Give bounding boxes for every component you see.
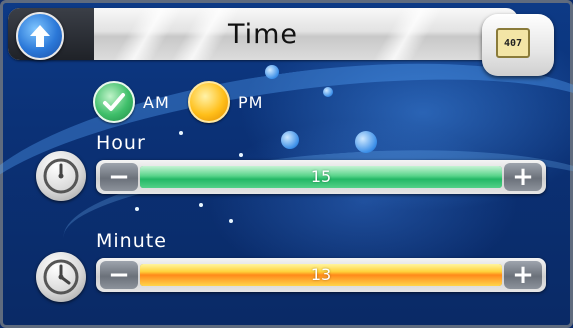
minute-clock-icon bbox=[36, 252, 86, 302]
am-label: AM bbox=[143, 92, 170, 112]
back-button[interactable] bbox=[16, 12, 64, 60]
remote-button[interactable]: 407 bbox=[482, 14, 554, 76]
background-dot bbox=[239, 153, 243, 157]
minute-label: Minute bbox=[96, 230, 167, 252]
am-option[interactable]: AM bbox=[93, 81, 170, 123]
hour-slider: − 15 + bbox=[96, 160, 546, 194]
background-dot bbox=[199, 203, 203, 207]
up-arrow-icon bbox=[30, 25, 50, 47]
minute-slider: − 13 + bbox=[96, 258, 546, 292]
hour-clock-icon bbox=[36, 151, 86, 201]
minute-increment-button[interactable]: + bbox=[504, 261, 542, 289]
pm-option[interactable]: PM bbox=[188, 81, 263, 123]
check-icon bbox=[103, 93, 125, 111]
background-bubble bbox=[355, 131, 377, 153]
clock-icon bbox=[43, 158, 79, 194]
hour-track[interactable]: 15 bbox=[140, 166, 502, 188]
title-bar: Time bbox=[8, 8, 518, 60]
background-bubble bbox=[323, 87, 333, 97]
background-dot bbox=[229, 219, 233, 223]
am-radio[interactable] bbox=[93, 81, 135, 123]
background-bubble bbox=[265, 65, 279, 79]
background-dot bbox=[135, 207, 139, 211]
hour-value: 15 bbox=[310, 167, 332, 186]
minute-track[interactable]: 13 bbox=[140, 264, 502, 286]
hour-increment-button[interactable]: + bbox=[504, 163, 542, 191]
minute-value: 13 bbox=[310, 265, 332, 284]
tv-remote-icon: 407 bbox=[496, 28, 530, 58]
clock-icon bbox=[43, 259, 79, 295]
background-bubble bbox=[281, 131, 299, 149]
pm-label: PM bbox=[238, 92, 264, 112]
hour-decrement-button[interactable]: − bbox=[100, 163, 138, 191]
page-title: Time bbox=[227, 19, 299, 50]
background-dot bbox=[179, 131, 183, 135]
pm-radio[interactable] bbox=[188, 81, 230, 123]
hour-label: Hour bbox=[96, 132, 146, 154]
minute-decrement-button[interactable]: − bbox=[100, 261, 138, 289]
